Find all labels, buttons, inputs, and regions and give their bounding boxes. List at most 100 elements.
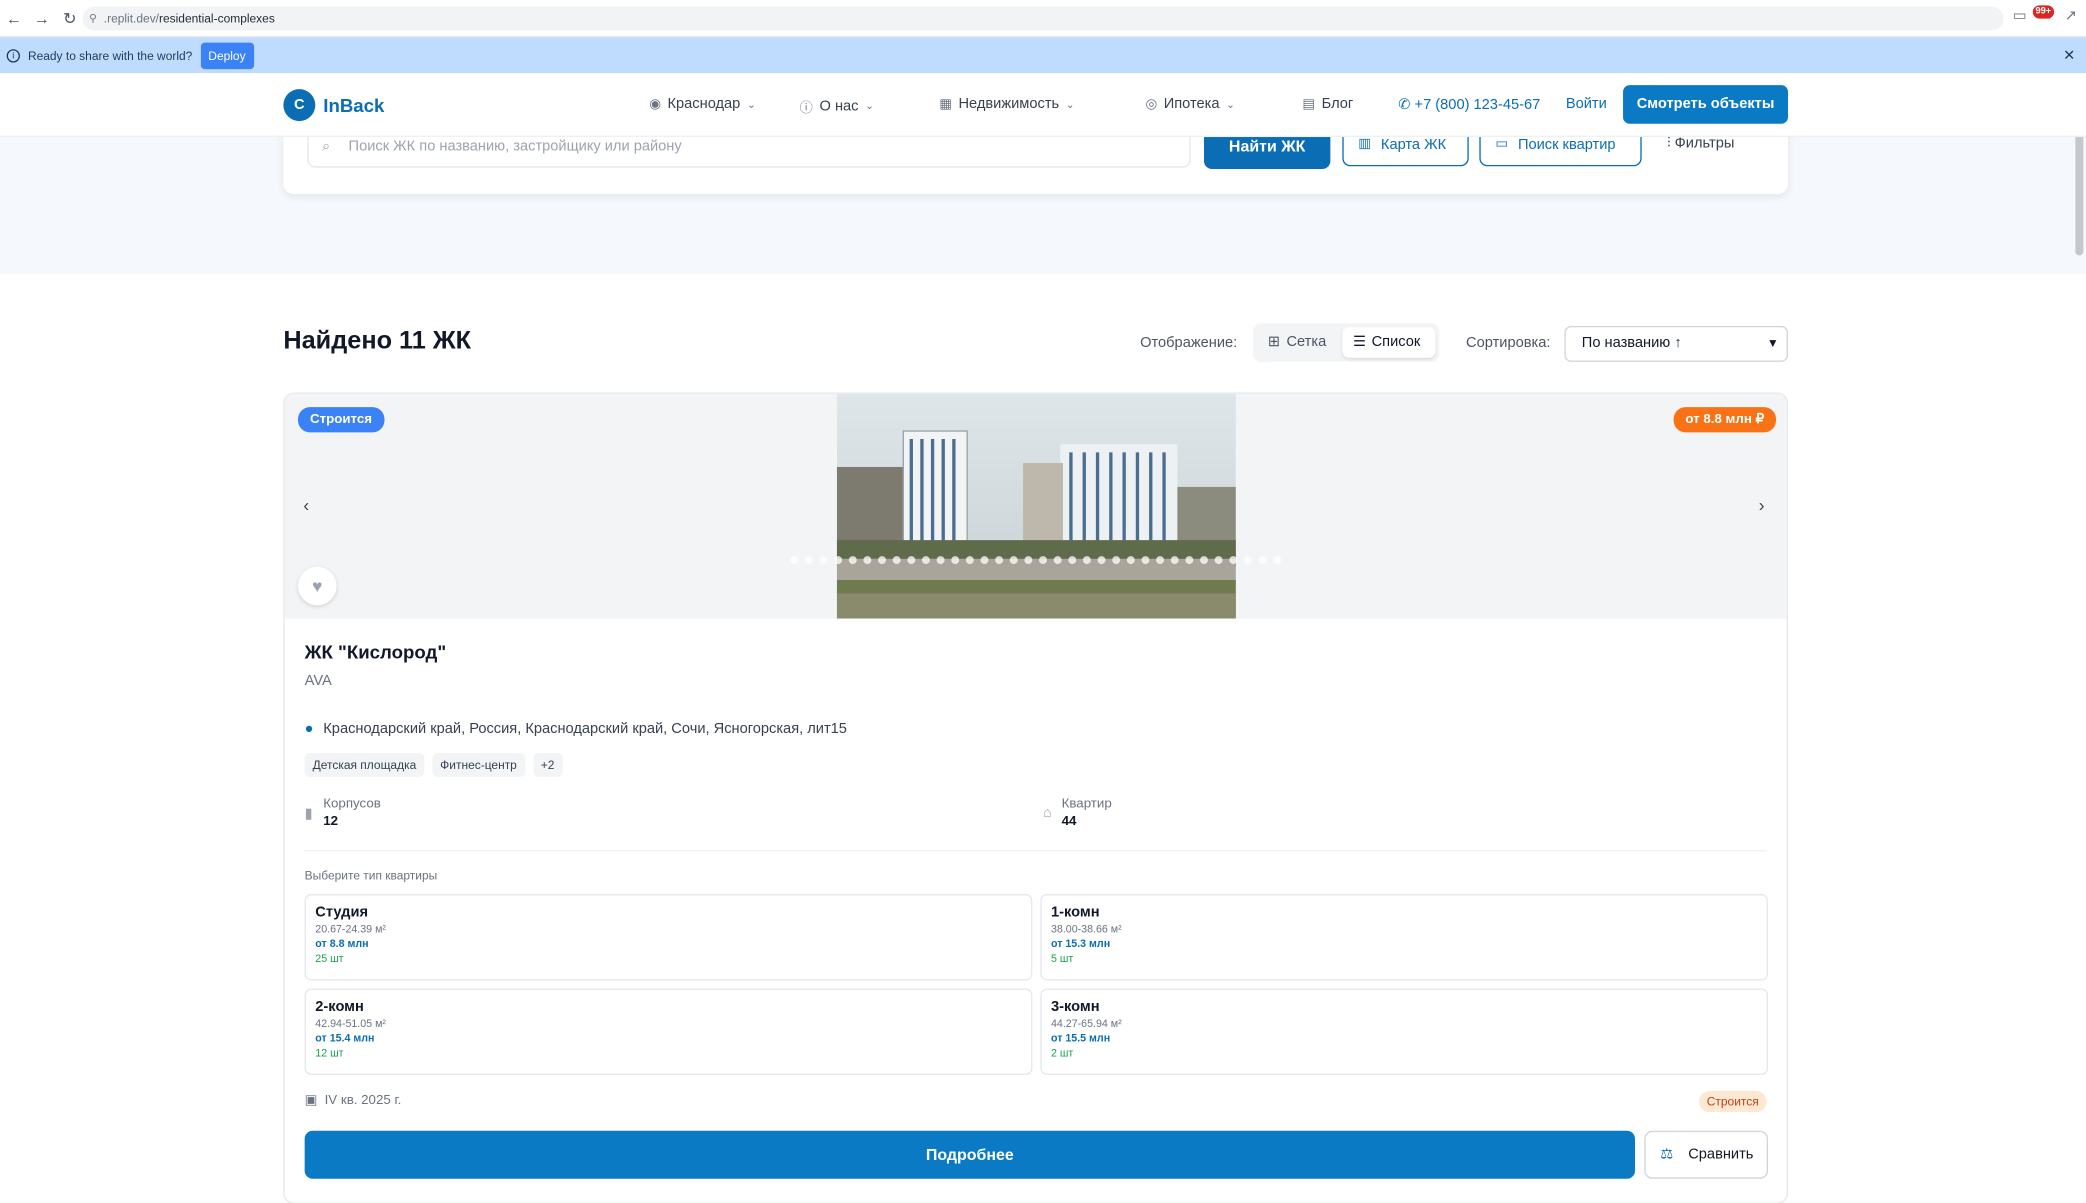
- gallery-dot[interactable]: [1141, 556, 1150, 565]
- url-bar[interactable]: ⚲ .replit.dev/residential-complexes: [82, 6, 2004, 31]
- nav-mortgage[interactable]: ◎ Ипотека ⌄: [1145, 96, 1235, 112]
- nav-mortgage-label: Ипотека: [1163, 95, 1220, 112]
- favorite-button[interactable]: ♥: [298, 566, 337, 606]
- apartment-type-price: от 15.4 млн: [315, 1032, 375, 1045]
- gallery-dot[interactable]: [1273, 556, 1282, 565]
- apartment-type-area: 38.00-38.66 м²: [1050, 923, 1122, 936]
- gallery-dot[interactable]: [907, 556, 916, 565]
- image-gallery: Строится от 8.8 млн ₽ ‹ › ♥: [284, 393, 1787, 619]
- gallery-dot[interactable]: [1199, 556, 1208, 565]
- divider: [304, 850, 1767, 852]
- sort-select[interactable]: По названию ↑ ▼: [1564, 325, 1789, 362]
- browser-toolbar: ← → ↻ ⚲ .replit.dev/residential-complexe…: [0, 0, 2086, 38]
- compare-button[interactable]: ⚖ Сравнить: [1644, 1130, 1769, 1179]
- address-text: Краснодарский край, Россия, Краснодарски…: [323, 721, 847, 738]
- feature-tag: Детская площадка: [304, 752, 425, 777]
- apartments-stat: ⌂ Квартир 44: [1043, 797, 1112, 829]
- gallery-dot[interactable]: [863, 556, 872, 565]
- gallery-dot[interactable]: [1112, 556, 1121, 565]
- filters-button[interactable]: ⫶ Фильтры: [1667, 136, 1734, 153]
- gallery-dot[interactable]: [819, 556, 828, 565]
- gallery-dot[interactable]: [1053, 556, 1062, 565]
- heart-icon: ♥: [312, 576, 323, 597]
- gallery-dot[interactable]: [1229, 556, 1238, 565]
- gallery-dot[interactable]: [1024, 556, 1033, 565]
- complex-address: ● Краснодарский край, Россия, Краснодарс…: [305, 721, 847, 737]
- details-button[interactable]: Подробнее: [304, 1130, 1636, 1179]
- search-placeholder: Поиск ЖК по названию, застройщику или ра…: [348, 138, 682, 155]
- gallery-dot[interactable]: [1068, 556, 1077, 565]
- nav-city[interactable]: ◉ Краснодар ⌄: [649, 96, 756, 112]
- gallery-dot[interactable]: [878, 556, 887, 565]
- apartment-type-2room[interactable]: 2-комн 42.94-51.05 м² от 15.4 млн 12 шт: [304, 988, 1033, 1075]
- forward-icon[interactable]: →: [28, 9, 56, 28]
- reload-icon[interactable]: ↻: [56, 9, 84, 28]
- chevron-right-icon[interactable]: ›: [1759, 495, 1765, 515]
- cast-icon[interactable]: ▭: [2013, 7, 2027, 24]
- gallery-dot[interactable]: [1097, 556, 1106, 565]
- completion-text: IV кв. 2025 г.: [324, 1093, 402, 1109]
- gallery-dot[interactable]: [790, 556, 799, 565]
- buildings-stat: ▮ Корпусов 12: [305, 797, 381, 829]
- site-header: C InBack ◉ Краснодар ⌄ ⓘ О нас ⌄ ▦ Недви…: [0, 73, 2086, 138]
- grid-icon: ⊞: [1267, 333, 1281, 350]
- scrollbar-thumb[interactable]: [2075, 127, 2084, 256]
- gallery-dot[interactable]: [1258, 556, 1267, 565]
- gallery-dot[interactable]: [1185, 556, 1194, 565]
- gallery-dot[interactable]: [1170, 556, 1179, 565]
- view-list-button[interactable]: ☰ Список: [1342, 327, 1436, 358]
- gallery-dot[interactable]: [1126, 556, 1135, 565]
- gallery-dot[interactable]: [965, 556, 974, 565]
- deploy-text: Ready to share with the world?: [27, 48, 193, 62]
- nav-blog-label: Блог: [1321, 95, 1354, 112]
- gallery-dot[interactable]: [834, 556, 843, 565]
- view-toggle: ⊞ Сетка ☰ Список: [1253, 323, 1440, 362]
- apartment-type-3room[interactable]: 3-комн 44.27-65.94 м² от 15.5 млн 2 шт: [1040, 988, 1769, 1075]
- apartment-type-area: 44.27-65.94 м²: [1050, 1017, 1122, 1030]
- gallery-dot[interactable]: [951, 556, 960, 565]
- gallery-dot[interactable]: [1009, 556, 1018, 565]
- sort-label: Сортировка:: [1466, 335, 1551, 352]
- apartment-type-studio[interactable]: Студия 20.67-24.39 м² от 8.8 млн 25 шт: [304, 894, 1033, 981]
- gallery-dot[interactable]: [804, 556, 813, 565]
- gallery-dot[interactable]: [980, 556, 989, 565]
- chevron-left-icon[interactable]: ‹: [303, 495, 309, 515]
- site-info-icon[interactable]: ⚲: [89, 7, 97, 31]
- phone-link[interactable]: ✆ +7 (800) 123-45-67: [1398, 96, 1540, 113]
- gallery-dot[interactable]: [1039, 556, 1047, 565]
- nav-about[interactable]: ⓘ О нас ⌄: [800, 96, 875, 116]
- gallery-dot[interactable]: [995, 556, 1004, 565]
- gallery-dot[interactable]: [848, 556, 857, 565]
- view-objects-button[interactable]: Смотреть объекты: [1623, 85, 1789, 124]
- nav-blog[interactable]: ▤ Блог: [1302, 96, 1353, 112]
- logo[interactable]: C InBack: [283, 89, 385, 122]
- gallery-dot[interactable]: [1082, 556, 1091, 565]
- gallery-dot[interactable]: [921, 556, 930, 565]
- complex-title[interactable]: ЖК "Кислород": [305, 641, 447, 662]
- coin-icon: ◎: [1145, 96, 1158, 112]
- location-pin-icon: ●: [304, 721, 314, 738]
- view-grid-button[interactable]: ⊞ Сетка: [1257, 327, 1341, 358]
- brand-name: InBack: [323, 94, 385, 116]
- nav-realty[interactable]: ▦ Недвижимость ⌄: [939, 96, 1074, 112]
- login-link[interactable]: Войти: [1566, 96, 1607, 112]
- results-title: Найдено 11 ЖК: [283, 327, 472, 356]
- gallery-dot[interactable]: [1214, 556, 1223, 565]
- open-new-tab-icon[interactable]: ↗: [2065, 7, 2077, 24]
- gallery-dot[interactable]: [1243, 556, 1252, 565]
- buildings-value: 12: [323, 814, 339, 829]
- gallery-dot[interactable]: [1156, 556, 1165, 565]
- location-pin-icon: ◉: [649, 96, 661, 112]
- gallery-dot[interactable]: [892, 556, 901, 565]
- apartment-type-1room[interactable]: 1-комн 38.00-38.66 м² от 15.3 млн 5 шт: [1040, 894, 1769, 981]
- gallery-dot[interactable]: [936, 556, 945, 565]
- deploy-button[interactable]: Deploy: [200, 41, 254, 69]
- back-icon[interactable]: ←: [0, 9, 28, 28]
- home-icon: ⌂: [1043, 804, 1052, 821]
- more-tags[interactable]: +2: [532, 752, 563, 777]
- view-grid-label: Сетка: [1286, 333, 1327, 350]
- close-icon[interactable]: ✕: [2063, 47, 2075, 64]
- apartment-type-name: 3-комн: [1050, 999, 1100, 1016]
- calendar-icon: ▣: [304, 1093, 318, 1109]
- apartment-type-price: от 8.8 млн: [315, 937, 369, 950]
